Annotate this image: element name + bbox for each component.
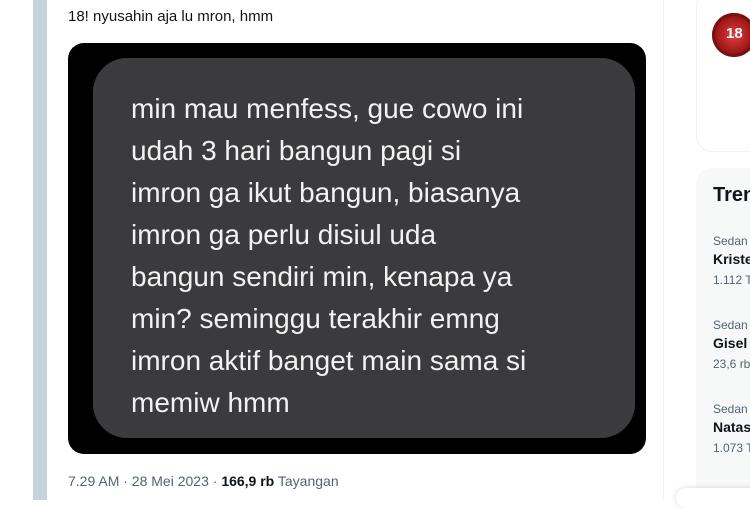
right-sidebar: 18 Tren Sedan Kriste 1.112 T Sedan Gisel… xyxy=(664,0,750,508)
trend-name: Natas xyxy=(713,419,750,435)
tweet-image[interactable]: min mau menfess, gue cowo ini udah 3 har… xyxy=(68,43,646,454)
avatar[interactable]: 18 xyxy=(712,13,750,57)
trend-item[interactable]: Sedan Natas 1.073 T xyxy=(713,402,750,455)
trend-name: Gisel xyxy=(713,335,748,351)
avatar-label: 18 xyxy=(726,25,743,42)
tweet-meta: 7.29 AM · 28 Mei 2023 · 166,9 rb Tayanga… xyxy=(68,473,339,489)
left-margin xyxy=(0,0,33,500)
view-count: 166,9 rb xyxy=(221,473,275,489)
chat-bubble: min mau menfess, gue cowo ini udah 3 har… xyxy=(93,58,635,438)
trend-item[interactable]: Sedan Kriste 1.112 T xyxy=(713,234,750,287)
views-label: Tayangan xyxy=(274,473,339,489)
trend-count: 23,6 rb xyxy=(713,357,750,371)
trend-count: 1.073 T xyxy=(713,441,750,455)
trend-name: Kriste xyxy=(713,251,750,267)
trends-title: Tren xyxy=(713,184,750,206)
trend-category: Sedan xyxy=(713,402,748,416)
side-rail xyxy=(33,0,47,500)
trend-category: Sedan xyxy=(713,234,748,248)
tweet-column: 18! nyusahin aja lu mron, hmm min mau me… xyxy=(47,0,664,500)
tweet-text: 18! nyusahin aja lu mron, hmm xyxy=(68,8,274,25)
chat-bubble-text: min mau menfess, gue cowo ini udah 3 har… xyxy=(131,93,527,418)
trend-count: 1.112 T xyxy=(713,273,750,287)
messages-drawer[interactable] xyxy=(676,488,750,508)
trend-item[interactable]: Sedan Gisel 23,6 rb xyxy=(713,318,750,371)
tweet-timestamp[interactable]: 7.29 AM · 28 Mei 2023 · xyxy=(68,473,221,489)
trend-category: Sedan xyxy=(713,318,748,332)
trends-panel: Tren Sedan Kriste 1.112 T Sedan Gisel 23… xyxy=(696,168,750,508)
